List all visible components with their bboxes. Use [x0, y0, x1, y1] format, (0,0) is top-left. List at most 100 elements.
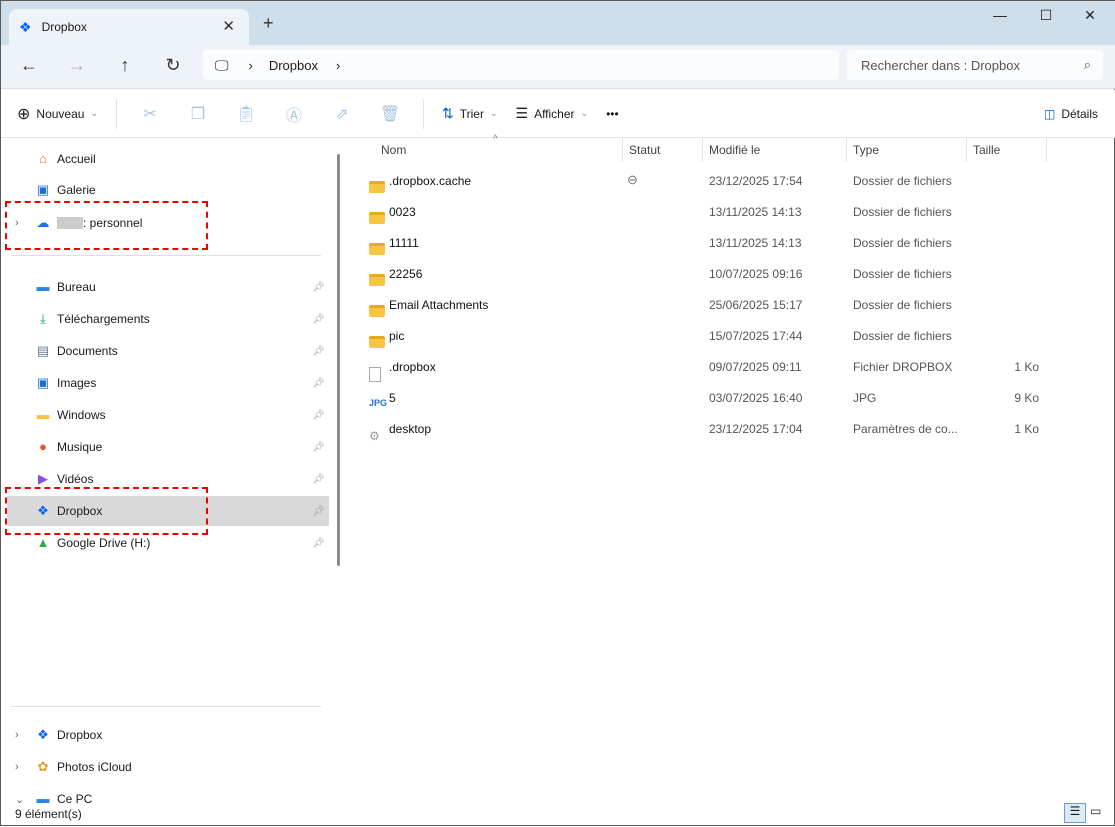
file-modified: 10/07/2025 09:16 — [709, 267, 803, 281]
share-icon[interactable]: ⇗ — [327, 104, 357, 124]
file-row[interactable]: ⚙ desktop 23/12/2025 17:04 Paramètres de… — [349, 414, 1049, 445]
maximize-button[interactable]: ☐ — [1023, 7, 1069, 24]
column-header-status[interactable]: Statut — [623, 138, 703, 162]
chevron-right-icon[interactable]: › — [336, 58, 340, 73]
view-button[interactable]: ☰ Afficher ⌄ — [516, 105, 589, 122]
file-name: 0023 — [389, 205, 416, 219]
file-row[interactable]: .dropbox.cache ⊖ 23/12/2025 17:54 Dossie… — [349, 166, 1049, 197]
file-modified: 13/11/2025 14:13 — [709, 205, 802, 219]
music-icon: ● — [39, 439, 47, 454]
file-name: Email Attachments — [389, 298, 489, 312]
pin-icon[interactable]: 📌︎ — [312, 282, 325, 293]
file-modified: 15/07/2025 17:44 — [709, 329, 803, 343]
divider — [11, 706, 321, 707]
pin-icon[interactable]: 📌︎ — [312, 538, 325, 549]
file-row[interactable]: 22256 10/07/2025 09:16 Dossier de fichie… — [349, 259, 1049, 290]
details-view-button[interactable]: ☰ — [1064, 803, 1086, 823]
chevron-right-icon[interactable]: › — [15, 761, 19, 773]
file-size: 1 Ko — [1014, 360, 1039, 374]
column-header-size[interactable]: Taille — [967, 138, 1047, 162]
refresh-button[interactable]: ↻ — [158, 55, 188, 76]
search-input[interactable]: Rechercher dans : Dropbox ⌕ — [847, 50, 1103, 80]
up-button[interactable]: ↑ — [110, 55, 140, 76]
file-name: 22256 — [389, 267, 423, 281]
sidebar-item-label: Windows — [57, 408, 106, 422]
dropbox-icon: ❖ — [19, 18, 32, 35]
forward-button[interactable]: → — [62, 55, 92, 76]
copy-icon[interactable]: ❐ — [183, 104, 213, 124]
sidebar-item-musique[interactable]: ● Musique 📌︎ — [7, 432, 329, 462]
file-type: Fichier DROPBOX — [853, 360, 953, 374]
sidebar-item-label: Photos iCloud — [57, 760, 132, 774]
chevron-right-icon[interactable]: › — [15, 729, 19, 741]
rename-icon[interactable]: Ⓐ — [279, 102, 309, 126]
pin-icon[interactable]: 📌︎ — [312, 474, 325, 485]
icloud-photos-icon: ✿ — [37, 759, 49, 774]
file-row[interactable]: Email Attachments 25/06/2025 15:17 Dossi… — [349, 290, 1049, 321]
minimize-button[interactable]: — — [977, 7, 1023, 23]
pin-icon[interactable]: 📌︎ — [312, 378, 325, 389]
new-button[interactable]: ⊕ Nouveau ⌄ — [17, 104, 98, 124]
column-header-name[interactable]: Nom — [381, 138, 623, 162]
plus-circle-icon: ⊕ — [17, 105, 31, 123]
file-row[interactable]: 0023 13/11/2025 14:13 Dossier de fichier… — [349, 197, 1049, 228]
dropbox-icon: ❖ — [37, 727, 49, 742]
file-row[interactable]: pic 15/07/2025 17:44 Dossier de fichiers — [349, 321, 1049, 352]
column-header-modified[interactable]: Modifié le — [703, 138, 847, 162]
new-tab-button[interactable]: + — [263, 13, 274, 34]
sort-button[interactable]: ⇅ Trier ⌄ — [442, 105, 498, 122]
sidebar-item-label: Galerie — [57, 183, 96, 197]
file-type: Dossier de fichiers — [853, 205, 952, 219]
more-options-button[interactable]: ••• — [606, 107, 619, 121]
sync-status-icon: ⊖ — [627, 172, 638, 187]
sidebar-item-label: Musique — [57, 440, 103, 454]
close-window-button[interactable]: ✕ — [1067, 7, 1113, 24]
tiles-view-button[interactable]: ▭ — [1090, 804, 1101, 818]
address-bar[interactable]: 🖵 › Dropbox › — [203, 50, 839, 80]
sidebar-item-label: Images — [57, 376, 97, 390]
pin-icon[interactable]: 📌︎ — [312, 506, 325, 517]
back-button[interactable]: ← — [14, 55, 44, 76]
sidebar-item-label: Téléchargements — [57, 312, 150, 326]
sidebar-item-bottom[interactable]: › ✿ Photos iCloud — [7, 752, 329, 782]
sidebar-scrollbar[interactable] — [337, 154, 340, 566]
sidebar-item-label: Bureau — [57, 280, 96, 294]
sidebar-item-label: Documents — [57, 344, 118, 358]
file-type: Dossier de fichiers — [853, 329, 952, 343]
details-button[interactable]: ◫ Détails — [1044, 107, 1098, 121]
file-row[interactable]: JPG 5 03/07/2025 16:40 JPG 9 Ko — [349, 383, 1049, 414]
file-size: 9 Ko — [1014, 391, 1039, 405]
breadcrumb-dropbox[interactable]: Dropbox — [269, 58, 318, 73]
paste-icon[interactable]: 📋︎ — [231, 104, 261, 124]
sidebar-item-images[interactable]: ▣ Images 📌︎ — [7, 368, 329, 398]
sidebar-item-téléchargements[interactable]: ⤓ Téléchargements 📌︎ — [7, 304, 329, 334]
folder-icon: ▬ — [36, 407, 50, 422]
sidebar-item-bottom[interactable]: › ❖ Dropbox — [7, 720, 329, 750]
file-row[interactable]: 11111 13/11/2025 14:13 Dossier de fichie… — [349, 228, 1049, 259]
column-header-type[interactable]: Type — [847, 138, 967, 162]
videos-icon: ▶ — [38, 471, 48, 486]
divider — [11, 255, 321, 256]
cut-icon[interactable]: ✂ — [135, 104, 165, 124]
file-modified: 25/06/2025 15:17 — [709, 298, 803, 312]
close-tab-icon[interactable]: ✕ — [222, 17, 235, 35]
computer-icon: 🖵 — [215, 56, 229, 73]
sidebar-item-label: Dropbox — [57, 728, 103, 742]
file-modified: 23/12/2025 17:54 — [709, 174, 803, 188]
file-modified: 13/11/2025 14:13 — [709, 236, 802, 250]
sidebar-item-windows[interactable]: ▬ Windows 📌︎ — [7, 400, 329, 430]
pin-icon[interactable]: 📌︎ — [312, 410, 325, 421]
sidebar-item-bureau[interactable]: ▬ Bureau 📌︎ — [7, 272, 329, 302]
file-row[interactable]: .dropbox 09/07/2025 09:11 Fichier DROPBO… — [349, 352, 1049, 383]
tab-dropbox[interactable]: ❖ Dropbox ✕ — [9, 9, 249, 45]
file-type: JPG — [853, 391, 877, 405]
sidebar-item-documents[interactable]: ▤ Documents 📌︎ — [7, 336, 329, 366]
sidebar-item-label: Google Drive (H:) — [57, 536, 151, 550]
delete-icon[interactable]: 🗑︎ — [375, 104, 405, 124]
pin-icon[interactable]: 📌︎ — [312, 346, 325, 357]
pin-icon[interactable]: 📌︎ — [312, 442, 325, 453]
sort-icon: ⇅ — [442, 105, 454, 121]
sidebar-item-accueil[interactable]: ⌂ Accueil — [7, 144, 329, 174]
pin-icon[interactable]: 📌︎ — [312, 314, 325, 325]
file-type: Dossier de fichiers — [853, 174, 952, 188]
